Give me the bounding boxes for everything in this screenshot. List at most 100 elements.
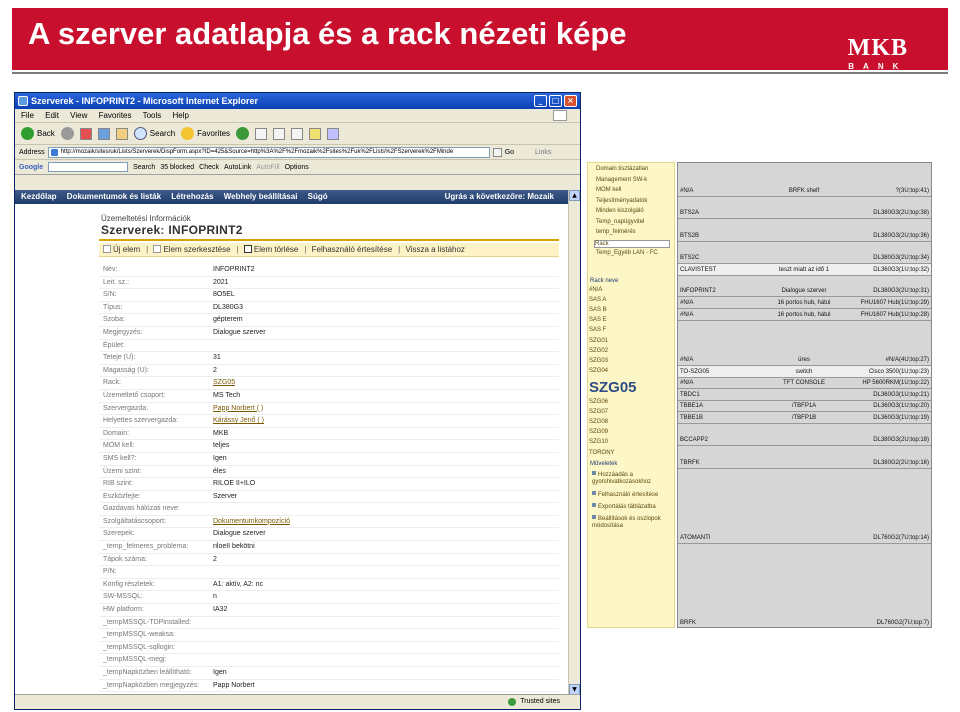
address-input[interactable]: http://mozaik/sites/uk/Lists/Szerverek/D… [47, 146, 490, 158]
ie-titlebar[interactable]: Szerverek - INFOPRINT2 - Microsoft Inter… [15, 93, 580, 109]
view-link[interactable]: Teljesítményadatok [596, 198, 647, 204]
autofill-button[interactable]: AutoFill [256, 164, 279, 171]
rack-link[interactable]: SZG10 [589, 439, 608, 445]
nav-home[interactable]: Kezdőlap [21, 192, 57, 201]
field-value-link[interactable]: Papp Norbert ( ) [213, 403, 263, 415]
rack-link[interactable]: TORONY [589, 450, 615, 456]
go-button[interactable]: Go [505, 149, 514, 156]
scroll-up-icon[interactable]: ▲ [569, 190, 580, 201]
messenger-icon[interactable] [327, 127, 340, 140]
menu-file[interactable]: File [21, 111, 34, 120]
nav-jump-to[interactable]: Ugrás a következőre: Mozaik [445, 190, 554, 204]
field-value: Igen [213, 454, 227, 462]
page-content: Kezdőlap Dokumentumok és listák Létrehoz… [15, 190, 568, 695]
rack-link[interactable]: SAS B [589, 307, 607, 313]
mkb-bank-logo: MKB BANK [848, 36, 908, 71]
list-name: Szerverek [101, 223, 161, 237]
maximize-button[interactable]: □ [549, 95, 562, 107]
view-link[interactable]: temp_felmérés [596, 229, 636, 235]
delete-item-button[interactable]: Elem törlése [243, 245, 298, 254]
favorites-button[interactable]: Favorites [181, 127, 230, 140]
field-row: SMS kell?: Igen [99, 453, 559, 466]
rack-cell-c1: TBBE1B [680, 415, 704, 421]
view-link[interactable]: Management SW-k [596, 177, 647, 183]
autolink-button[interactable]: AutoLink [224, 164, 251, 171]
nav-documents-lists[interactable]: Dokumentumok és listák [67, 192, 161, 201]
page-title: Szerverek: INFOPRINT2 [101, 223, 243, 237]
rack-link[interactable]: SZG03 [589, 358, 608, 364]
rack-link[interactable]: SAS A [589, 297, 606, 303]
field-value: Igen [213, 669, 227, 676]
new-item-button[interactable]: Új elem [103, 245, 140, 254]
field-value-link[interactable]: SZG05 [213, 377, 235, 389]
google-options-button[interactable]: Options [285, 164, 309, 171]
menu-favorites[interactable]: Favorites [99, 111, 132, 120]
mail-icon[interactable] [255, 127, 268, 140]
rack-cell-c2: /TBFP1B [791, 415, 817, 421]
rack-link[interactable]: #N/A [589, 287, 602, 293]
spell-check-button[interactable]: Check [199, 164, 219, 171]
field-row: Üzemi szint: éles [99, 466, 559, 479]
rack-action-link[interactable]: Exportálás táblázatba [592, 503, 674, 511]
rack-link[interactable]: SZG06 [589, 399, 608, 405]
forward-arrow-icon[interactable] [60, 127, 74, 140]
field-label: Konfig részletek: [103, 580, 155, 588]
home-icon[interactable] [115, 127, 128, 140]
search-button[interactable]: Search [133, 127, 176, 140]
rack-link[interactable]: SAS F [589, 327, 606, 333]
nav-help[interactable]: Súgó [308, 192, 328, 201]
view-link[interactable]: Rack [594, 239, 670, 248]
discuss-icon[interactable] [309, 127, 322, 140]
rack-cell-c1: #N/A [680, 357, 694, 363]
slide-title-bar: A szerver adatlapja és a rack nézeti kép… [12, 8, 948, 71]
rack-link[interactable]: SZG07 [589, 409, 608, 415]
rack-slot-row: BCCAPP2 DL380G3(2U;top:18) [678, 424, 931, 446]
alert-me-button[interactable]: Felhasználó értesítése [312, 245, 393, 254]
minimize-button[interactable]: _ [534, 95, 547, 107]
view-link[interactable]: Minden kiszolgáló [596, 208, 644, 214]
menu-tools[interactable]: Tools [143, 111, 162, 120]
rack-cell-c1: TBDC1 [680, 392, 700, 398]
menu-view[interactable]: View [70, 111, 87, 120]
google-search-button[interactable]: Search [133, 164, 155, 171]
google-toolbar: Google Search 35 blocked Check AutoLink … [15, 160, 580, 175]
print-icon[interactable] [273, 127, 286, 140]
rack-link[interactable]: SZG04 [589, 368, 608, 374]
google-search-input[interactable] [48, 162, 129, 172]
field-value-link[interactable]: Kárássy Jenő ( ) [213, 415, 264, 427]
edit-item-button[interactable]: Elem szerkesztése [153, 245, 231, 254]
back-button[interactable]: Back [21, 127, 55, 140]
view-link[interactable]: MOM kell [596, 187, 621, 193]
back-to-list-button[interactable]: Vissza a listához [405, 245, 464, 254]
search-label: Search [149, 129, 176, 138]
rack-link[interactable]: SAS E [589, 317, 607, 323]
rack-action-link[interactable]: Hozzáadás a gyorshivatkozásokhoz [592, 471, 674, 486]
close-button[interactable]: × [564, 95, 577, 107]
view-link[interactable]: Temp_napügyvitel [596, 219, 644, 225]
breadcrumb[interactable]: Üzemeltetési Információk [101, 214, 191, 223]
stop-icon[interactable] [79, 127, 92, 140]
field-label: Gazdavas hálózati neve: [103, 505, 180, 513]
field-value-link[interactable]: Dokumentumkompozíció [213, 516, 290, 528]
rack-action-link[interactable]: Beállítások és oszlopok módosítása [592, 515, 674, 530]
rack-link[interactable]: SZG01 [589, 338, 608, 344]
nav-site-settings[interactable]: Webhely beállításai [224, 192, 298, 201]
history-icon[interactable] [236, 127, 250, 140]
vertical-scrollbar[interactable]: ▲ ▼ [568, 190, 580, 695]
field-value: DL380G3 [213, 303, 243, 311]
rack-link[interactable]: SZG02 [589, 348, 608, 354]
rack-link[interactable]: SZG08 [589, 419, 608, 425]
rack-action-link[interactable]: Felhasználó értesítése [592, 491, 674, 499]
address-dropdown-icon[interactable] [492, 147, 502, 157]
links-label[interactable]: Links [535, 149, 551, 156]
menu-edit[interactable]: Edit [45, 111, 59, 120]
menu-help[interactable]: Help [173, 111, 189, 120]
rack-link[interactable]: SZG09 [589, 429, 608, 435]
popup-blocked-indicator[interactable]: 35 blocked [160, 164, 194, 171]
word-edit-icon[interactable] [291, 127, 304, 140]
field-label: Szerepek: [103, 530, 135, 538]
view-link[interactable]: Temp_Egyéb LAN - FC [596, 250, 658, 256]
nav-create[interactable]: Létrehozás [171, 192, 213, 201]
view-link[interactable]: Domain tisztázatlan [596, 166, 648, 172]
refresh-icon[interactable] [97, 127, 110, 140]
